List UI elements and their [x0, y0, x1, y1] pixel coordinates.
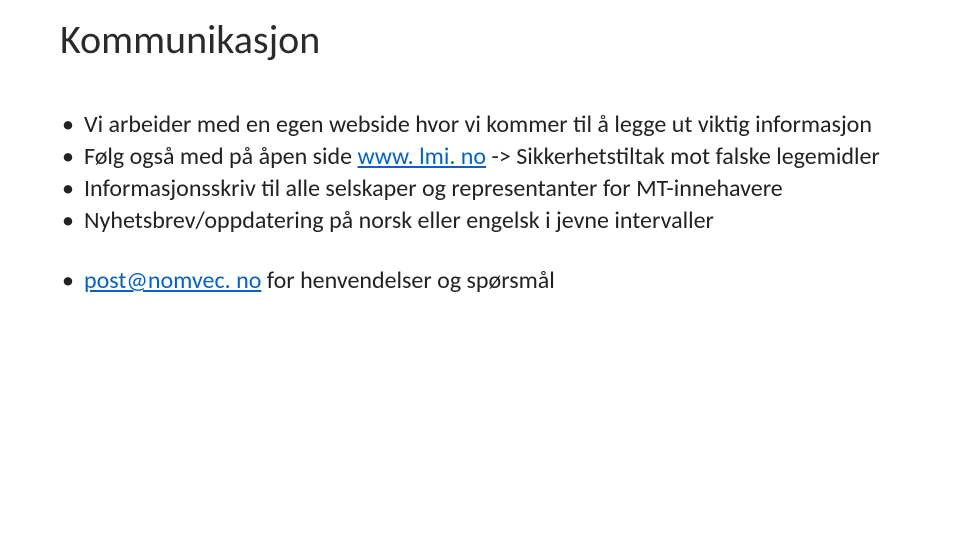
bullet-text: Nyhetsbrev/oppdatering på norsk eller en… [84, 206, 714, 235]
bullet-item: post@nomvec. no for henvendelser og spør… [60, 266, 900, 296]
bullet-text-pre: Følg også med på åpen side [84, 142, 358, 171]
bullet-text-post: for henvendelser og spørsmål [261, 266, 554, 295]
bullet-list: Vi arbeider med en egen webside hvor vi … [60, 110, 900, 236]
bullet-item: Vi arbeider med en egen webside hvor vi … [60, 110, 900, 140]
bullet-text-post: -> Sikkerhetstiltak mot falske legemidle… [486, 142, 880, 171]
slide: Kommunikasjon Vi arbeider med en egen we… [0, 0, 960, 540]
slide-title: Kommunikasjon [60, 18, 900, 62]
bullet-text: Vi arbeider med en egen webside hvor vi … [84, 110, 872, 139]
bullet-item: Følg også med på åpen side www. lmi. no … [60, 142, 900, 172]
bullet-text: Informasjonsskriv til alle selskaper og … [84, 174, 783, 203]
spacer [60, 238, 900, 266]
link-email[interactable]: post@nomvec. no [84, 266, 261, 295]
bullet-item: Informasjonsskriv til alle selskaper og … [60, 174, 900, 204]
link-lmi[interactable]: www. lmi. no [358, 142, 487, 171]
bullet-item: Nyhetsbrev/oppdatering på norsk eller en… [60, 206, 900, 236]
bullet-list-contact: post@nomvec. no for henvendelser og spør… [60, 266, 900, 296]
